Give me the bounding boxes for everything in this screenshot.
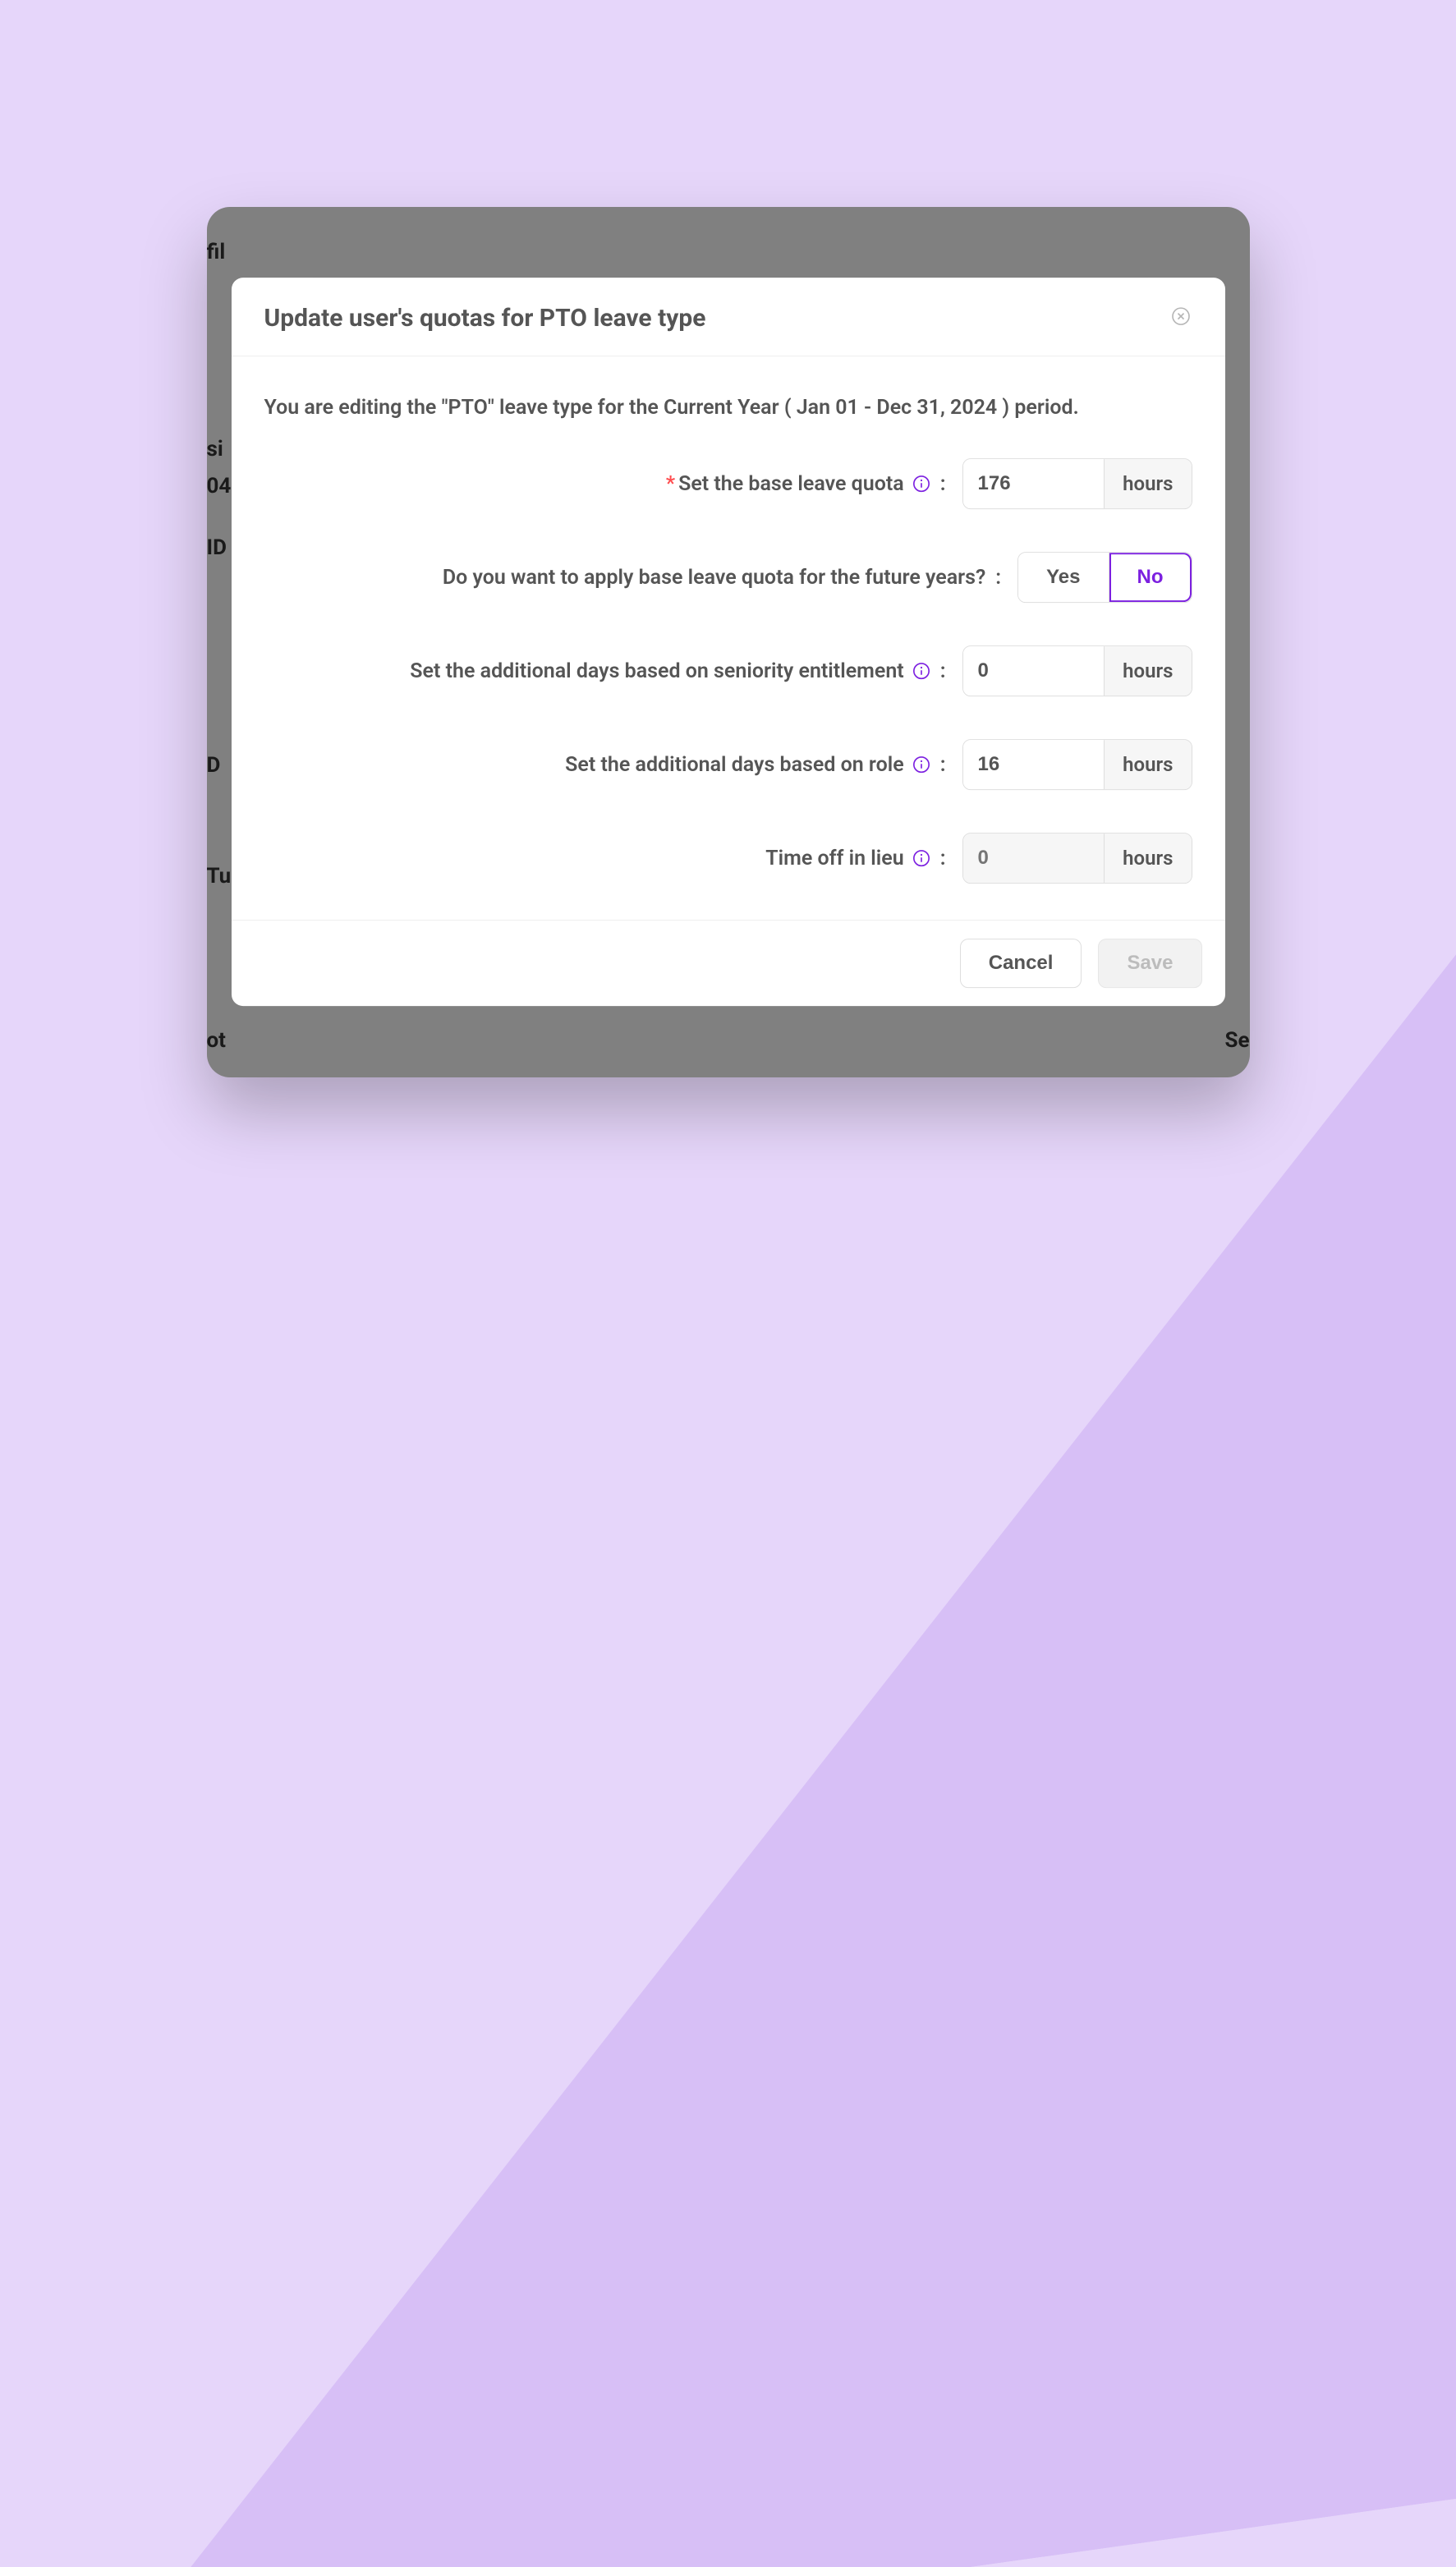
future-no-button[interactable]: No [1109,553,1192,602]
close-icon [1171,306,1191,329]
row-toil: Time off in lieu : hours [264,833,1192,884]
bg-text: ot [207,1028,226,1053]
modal-footer: Cancel Save [232,920,1225,1006]
modal-body: You are editing the "PTO" leave type for… [232,356,1225,921]
label-role: Set the additional days based on role : [565,753,945,777]
input-base-quota[interactable] [963,459,1105,508]
label-toil: Time off in lieu : [765,847,945,870]
input-seniority[interactable] [963,646,1105,696]
info-icon[interactable] [912,662,930,680]
input-base-quota-wrap: hours [962,458,1192,509]
input-seniority-wrap: hours [962,645,1192,696]
bg-text: D [207,753,221,778]
unit-base-quota: hours [1104,459,1191,508]
bg-text: 04 [207,474,232,498]
input-toil-wrap: hours [962,833,1192,884]
intro-text: You are editing the "PTO" leave type for… [264,393,1192,425]
bg-text: fil [207,240,226,264]
unit-toil: hours [1104,833,1191,883]
row-seniority: Set the additional days based on seniori… [264,645,1192,696]
modal-title: Update user's quotas for PTO leave type [264,304,706,333]
bg-text: si [207,437,223,462]
close-button[interactable] [1169,306,1192,329]
window-card: fil si 04 ID D Tue ot Se Update user's q… [207,207,1250,1077]
row-base-quota: *Set the base leave quota : hours [264,458,1192,509]
cancel-button[interactable]: Cancel [960,939,1082,988]
segmented-future-years: Yes No [1017,552,1192,603]
info-icon[interactable] [912,849,930,867]
modal-header: Update user's quotas for PTO leave type [232,278,1225,356]
future-yes-button[interactable]: Yes [1018,553,1108,602]
bg-text: Se [1224,1028,1249,1053]
info-icon[interactable] [912,475,930,493]
row-role: Set the additional days based on role : … [264,739,1192,790]
row-future-years: Do you want to apply base leave quota fo… [264,552,1192,603]
label-base-quota: *Set the base leave quota : [666,472,946,496]
unit-seniority: hours [1104,646,1191,696]
input-role-wrap: hours [962,739,1192,790]
input-toil [963,833,1105,883]
bg-text: ID [207,535,227,560]
save-button[interactable]: Save [1098,939,1201,988]
info-icon[interactable] [912,755,930,774]
update-quotas-modal: Update user's quotas for PTO leave type … [232,278,1225,1007]
label-seniority: Set the additional days based on seniori… [410,659,945,683]
unit-role: hours [1104,740,1191,789]
label-future-years: Do you want to apply base leave quota fo… [443,566,1001,590]
input-role[interactable] [963,740,1105,789]
